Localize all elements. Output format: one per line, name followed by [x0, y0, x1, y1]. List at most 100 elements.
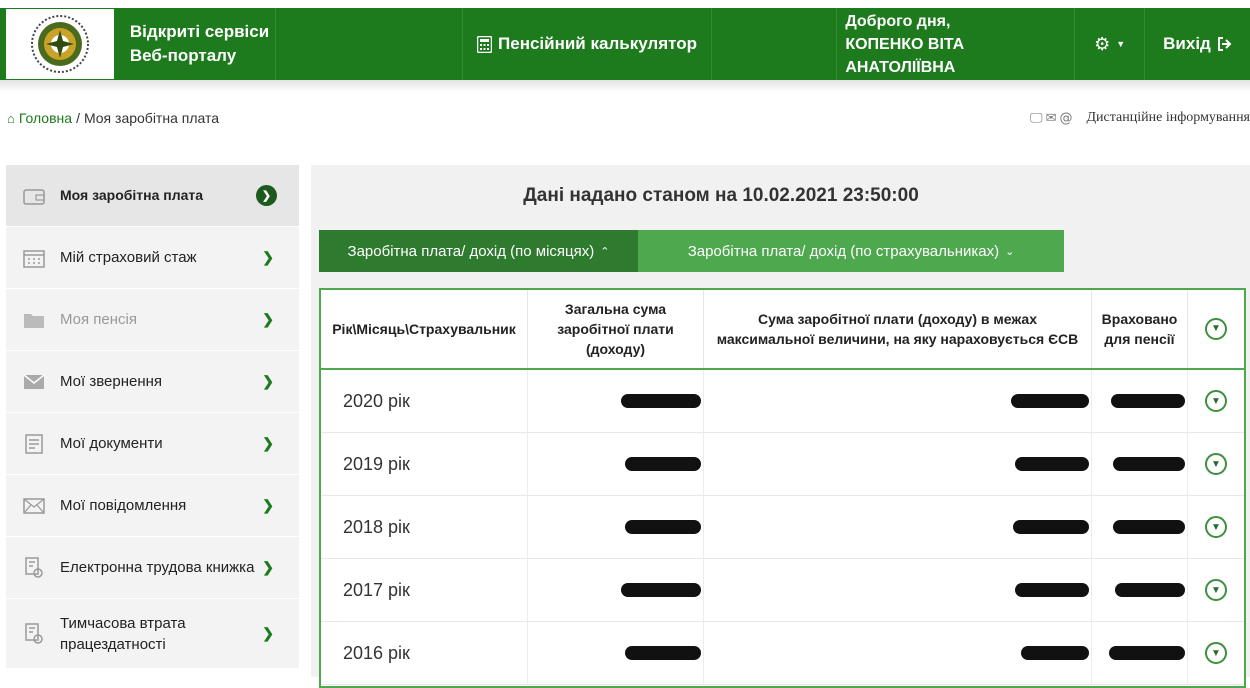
header-shadow	[0, 80, 1250, 92]
sidebar: Моя заробітна плата ❯ Мій страховий стаж…	[6, 165, 299, 669]
gear-icon: ⚙	[1094, 34, 1110, 55]
chevron-right-icon: ❯	[262, 625, 274, 642]
chevron-down-icon: ⌄	[1005, 245, 1014, 258]
navbar-spacer-2	[712, 8, 837, 80]
data-as-of: Дані надано станом на 10.02.2021 23:50:0…	[311, 185, 1131, 207]
home-icon: ⌂	[7, 111, 15, 126]
sign-out-icon	[1217, 37, 1232, 51]
document-icon	[22, 433, 46, 455]
breadcrumb: ⌂ Головна / Моя заробітна плата	[7, 110, 219, 126]
column-header-esv-limited-salary[interactable]: Сума заробітної плати (доходу) в межах м…	[704, 290, 1092, 368]
redacted-esv	[704, 559, 1092, 621]
chevron-right-icon: ❯	[262, 435, 274, 452]
year-cell: 2016 рік	[321, 622, 528, 684]
table-row[interactable]: 2016 рік ▼	[321, 622, 1244, 685]
chevron-right-icon: ❯	[262, 497, 274, 514]
chevron-right-icon: ❯	[256, 185, 277, 206]
folder-icon	[22, 309, 46, 331]
brand-line2: Веб-порталу	[130, 44, 269, 68]
envelope-icon: ✉	[1046, 111, 1057, 126]
emblem-icon	[27, 13, 93, 75]
logo[interactable]	[6, 9, 114, 79]
sidebar-item-documents[interactable]: Мої документи ❯	[6, 413, 299, 475]
redacted-pension	[1092, 622, 1188, 684]
tab-salary-by-month[interactable]: Заробітна плата/ дохід (по місяцях) ⌃	[319, 230, 638, 272]
redacted-total	[528, 559, 704, 621]
row-expand-toggle[interactable]: ▼	[1188, 622, 1244, 684]
chevron-down-circle-icon: ▼	[1205, 642, 1227, 664]
sidebar-item-label: Тимчасова втрата працездатності	[60, 613, 210, 655]
sidebar-item-salary[interactable]: Моя заробітна плата ❯	[6, 165, 299, 227]
column-header-total-salary[interactable]: Загальна сума заробітної плати (доходу)	[528, 290, 704, 368]
redacted-total	[528, 496, 704, 558]
remote-informing[interactable]: 🖵 ✉ @ Дистанційне інформування	[1030, 110, 1250, 126]
brand-line1: Відкриті сервіси	[130, 20, 269, 44]
redacted-esv	[704, 370, 1092, 432]
user-name: КОПЕНКО ВІТА АНАТОЛІЇВНА	[845, 33, 1074, 79]
redacted-pension	[1092, 496, 1188, 558]
sidebar-item-e-workbook[interactable]: Електронна трудова книжка ❯	[6, 537, 299, 599]
table-row[interactable]: 2017 рік ▼	[321, 559, 1244, 622]
portal-brand[interactable]: Відкриті сервіси Веб-порталу	[114, 8, 276, 80]
user-greeting: Доброго дня, КОПЕНКО ВІТА АНАТОЛІЇВНА	[837, 8, 1075, 80]
table-row[interactable]: 2020 рік ▼	[321, 370, 1244, 433]
year-cell: 2018 рік	[321, 496, 528, 558]
sidebar-item-pension[interactable]: Моя пенсія ❯	[6, 289, 299, 351]
table-header: Рік\Місяць\Страхувальник Загальна сума з…	[321, 290, 1244, 370]
contact-icons: 🖵 ✉ @	[1030, 111, 1072, 126]
salary-table: Рік\Місяць\Страхувальник Загальна сума з…	[319, 288, 1246, 688]
mail-icon	[22, 495, 46, 517]
logout-button[interactable]: Вихід	[1145, 8, 1250, 80]
greeting-text: Доброго дня,	[845, 10, 950, 33]
row-expand-toggle[interactable]: ▼	[1188, 559, 1244, 621]
redacted-esv	[704, 496, 1092, 558]
sick-leave-icon	[22, 623, 46, 645]
expand-all-toggle[interactable]: ▼	[1188, 290, 1244, 368]
tab-salary-by-insurer[interactable]: Заробітна плата/ дохід (по страхувальник…	[638, 230, 1064, 272]
breadcrumb-separator: /	[76, 110, 80, 126]
redacted-pension	[1092, 370, 1188, 432]
main-panel: Дані надано станом на 10.02.2021 23:50:0…	[311, 165, 1250, 677]
monitor-icon: 🖵	[1030, 111, 1043, 126]
pension-calculator-link[interactable]: Пенсійний калькулятор	[463, 8, 713, 80]
table-row[interactable]: 2019 рік ▼	[321, 433, 1244, 496]
calculator-label: Пенсійний калькулятор	[498, 34, 697, 54]
settings-dropdown[interactable]: ⚙ ▼	[1075, 8, 1145, 80]
wallet-icon	[22, 185, 46, 207]
logout-label: Вихід	[1163, 34, 1211, 54]
redacted-esv	[704, 622, 1092, 684]
redacted-pension	[1092, 433, 1188, 495]
chevron-up-icon: ⌃	[600, 245, 609, 258]
sidebar-item-sick-leave[interactable]: Тимчасова втрата працездатності ❯	[6, 599, 299, 669]
chevron-down-circle-icon: ▼	[1205, 579, 1227, 601]
sidebar-item-appeals[interactable]: Мої звернення ❯	[6, 351, 299, 413]
row-expand-toggle[interactable]: ▼	[1188, 370, 1244, 432]
table-row[interactable]: 2018 рік ▼	[321, 496, 1244, 559]
redacted-total	[528, 622, 704, 684]
at-icon: @	[1060, 111, 1073, 126]
sidebar-item-insurance-record[interactable]: Мій страховий стаж ❯	[6, 227, 299, 289]
redacted-esv	[704, 433, 1092, 495]
calculator-icon	[477, 36, 492, 53]
calendar-icon	[22, 247, 46, 269]
column-header-period[interactable]: Рік\Місяць\Страхувальник	[321, 290, 528, 368]
chevron-down-circle-icon: ▼	[1205, 516, 1227, 538]
envelope-icon	[22, 371, 46, 393]
tab-label: Заробітна плата/ дохід (по місяцях)	[348, 243, 595, 260]
chevron-down-circle-icon: ▼	[1205, 453, 1227, 475]
breadcrumb-home-label: Головна	[19, 110, 72, 126]
row-expand-toggle[interactable]: ▼	[1188, 433, 1244, 495]
sidebar-item-messages[interactable]: Мої повідомлення ❯	[6, 475, 299, 537]
tab-label: Заробітна плата/ дохід (по страхувальник…	[688, 243, 999, 260]
year-cell: 2017 рік	[321, 559, 528, 621]
column-header-counted-for-pension[interactable]: Враховано для пенсії	[1092, 290, 1188, 368]
redacted-pension	[1092, 559, 1188, 621]
breadcrumb-home[interactable]: ⌂ Головна	[7, 110, 72, 126]
header: Відкриті сервіси Веб-порталу Пенсійний к…	[0, 0, 1250, 82]
chevron-right-icon: ❯	[262, 311, 274, 328]
navbar-spacer	[276, 8, 463, 80]
year-cell: 2019 рік	[321, 433, 528, 495]
row-expand-toggle[interactable]: ▼	[1188, 496, 1244, 558]
redacted-total	[528, 433, 704, 495]
top-navbar: Відкриті сервіси Веб-порталу Пенсійний к…	[0, 8, 1250, 80]
